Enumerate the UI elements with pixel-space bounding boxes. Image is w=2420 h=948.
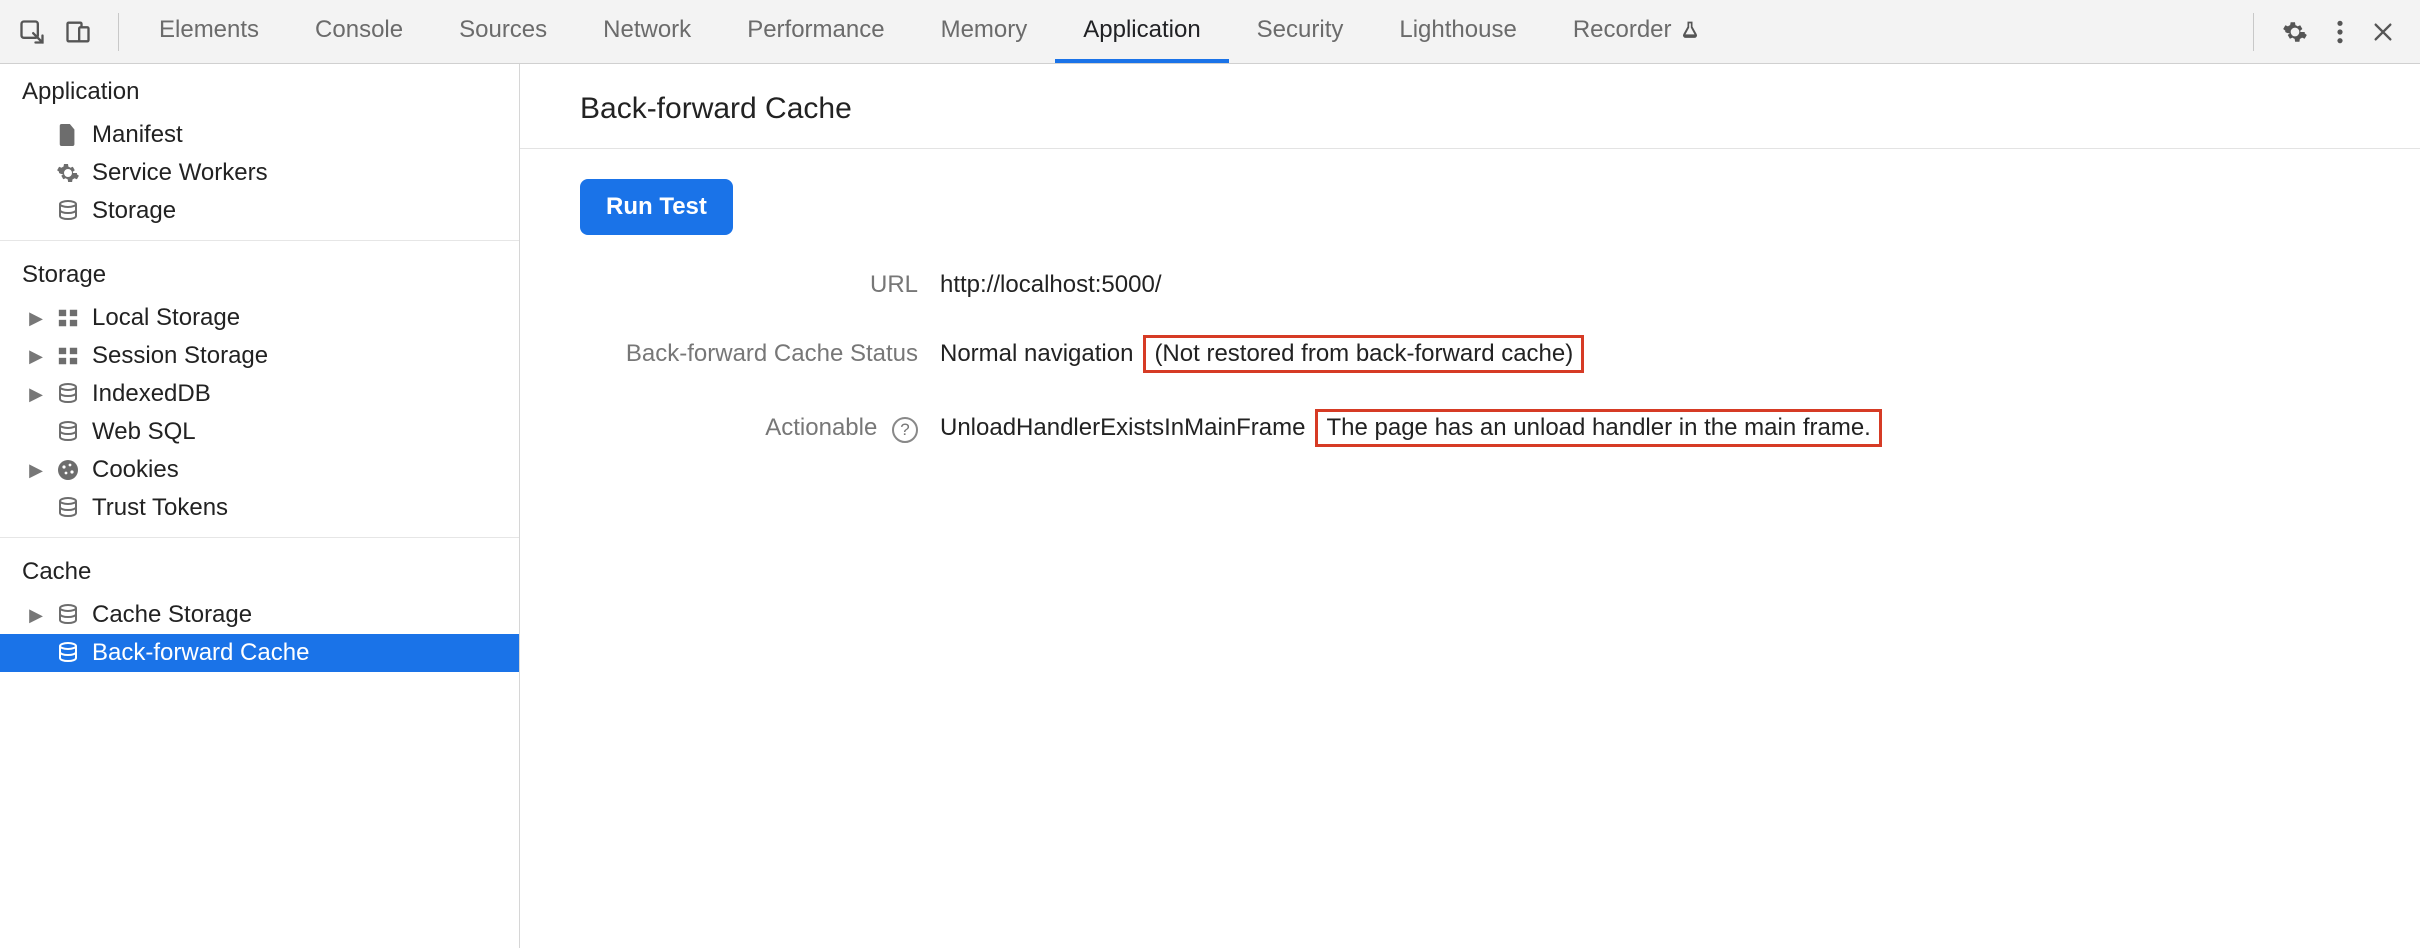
application-sidebar: Application▶Manifest▶Service Workers▶Sto… xyxy=(0,64,520,948)
tab-network[interactable]: Network xyxy=(575,0,719,63)
sidebar-item-trust-tokens[interactable]: ▶Trust Tokens xyxy=(0,489,519,527)
tab-label: Console xyxy=(315,16,403,44)
sidebar-item-local-storage[interactable]: ▶ Local Storage xyxy=(0,299,519,337)
sidebar-item-cache-storage[interactable]: ▶ Cache Storage xyxy=(0,596,519,634)
help-icon[interactable]: ? xyxy=(892,417,918,443)
expand-triangle-icon[interactable]: ▶ xyxy=(28,605,44,626)
tab-lighthouse[interactable]: Lighthouse xyxy=(1371,0,1544,63)
sidebar-item-label: IndexedDB xyxy=(92,380,211,408)
run-test-button[interactable]: Run Test xyxy=(580,179,733,235)
tab-security[interactable]: Security xyxy=(1229,0,1372,63)
actionable-reason-text: The page has an unload handler in the ma… xyxy=(1315,409,1881,447)
url-label: URL xyxy=(580,271,940,299)
sidebar-item-cookies[interactable]: ▶ Cookies xyxy=(0,451,519,489)
sidebar-item-manifest[interactable]: ▶Manifest xyxy=(0,116,519,154)
tab-label: Memory xyxy=(941,16,1028,44)
sidebar-item-label: Cache Storage xyxy=(92,601,252,629)
leading-icons xyxy=(10,18,110,46)
expand-triangle-icon[interactable]: ▶ xyxy=(28,384,44,405)
grid-icon xyxy=(54,345,82,367)
tab-label: Network xyxy=(603,16,691,44)
devtools-tabbar: Elements Console Sources Network Performance… xyxy=(0,0,2420,64)
tabbar-divider xyxy=(118,13,119,51)
sidebar-item-label: Cookies xyxy=(92,456,179,484)
sidebar-section-title: Storage xyxy=(0,247,519,299)
sidebar-item-indexeddb[interactable]: ▶ IndexedDB xyxy=(0,375,519,413)
sidebar-item-label: Back-forward Cache xyxy=(92,639,309,667)
row-actionable: Actionable ? UnloadHandlerExistsInMainFr… xyxy=(580,409,2372,447)
sidebar-section-title: Application xyxy=(0,64,519,116)
expand-triangle-icon[interactable]: ▶ xyxy=(28,460,44,481)
sidebar-item-storage[interactable]: ▶Storage xyxy=(0,192,519,230)
sidebar-item-label: Trust Tokens xyxy=(92,494,228,522)
tab-label: Security xyxy=(1257,16,1344,44)
gear-icon xyxy=(54,161,82,185)
tab-label: Application xyxy=(1083,16,1200,44)
tab-label: Sources xyxy=(459,16,547,44)
inspect-icon[interactable] xyxy=(18,18,46,46)
db-icon xyxy=(54,199,82,223)
settings-gear-icon[interactable] xyxy=(2282,19,2308,45)
expand-triangle-icon[interactable]: ▶ xyxy=(28,346,44,367)
status-label: Back-forward Cache Status xyxy=(580,340,940,368)
sidebar-item-service-workers[interactable]: ▶Service Workers xyxy=(0,154,519,192)
tab-elements[interactable]: Elements xyxy=(131,0,287,63)
content-panel: Back-forward Cache Run Test URL http://l… xyxy=(520,64,2420,948)
sidebar-item-label: Web SQL xyxy=(92,418,196,446)
grid-icon xyxy=(54,307,82,329)
db-icon xyxy=(54,603,82,627)
trailing-icons xyxy=(2253,13,2410,51)
url-value: http://localhost:5000/ xyxy=(940,271,1161,299)
db-icon xyxy=(54,420,82,444)
sidebar-item-label: Session Storage xyxy=(92,342,268,370)
tab-label: Recorder xyxy=(1573,16,1672,44)
tab-performance[interactable]: Performance xyxy=(719,0,912,63)
sidebar-item-back-forward-cache[interactable]: ▶Back-forward Cache xyxy=(0,634,519,672)
sidebar-item-label: Local Storage xyxy=(92,304,240,332)
row-status: Back-forward Cache Status Normal navigat… xyxy=(580,335,2372,373)
sidebar-separator xyxy=(0,537,519,538)
expand-triangle-icon[interactable]: ▶ xyxy=(28,308,44,329)
close-icon[interactable] xyxy=(2372,21,2394,43)
tab-label: Performance xyxy=(747,16,884,44)
sidebar-item-web-sql[interactable]: ▶Web SQL xyxy=(0,413,519,451)
tab-memory[interactable]: Memory xyxy=(913,0,1056,63)
tabs: Elements Console Sources Network Performance… xyxy=(131,0,1728,63)
tab-sources[interactable]: Sources xyxy=(431,0,575,63)
file-icon xyxy=(54,122,82,148)
tab-console[interactable]: Console xyxy=(287,0,431,63)
cookie-icon xyxy=(54,458,82,482)
sidebar-item-session-storage[interactable]: ▶ Session Storage xyxy=(0,337,519,375)
sidebar-section-title: Cache xyxy=(0,544,519,596)
tab-label: Lighthouse xyxy=(1399,16,1516,44)
db-icon xyxy=(54,641,82,665)
experiment-flask-icon xyxy=(1680,20,1700,40)
sidebar-item-label: Storage xyxy=(92,197,176,225)
actionable-reason-code: UnloadHandlerExistsInMainFrame xyxy=(940,414,1305,442)
tab-recorder[interactable]: Recorder xyxy=(1545,0,1728,63)
sidebar-separator xyxy=(0,240,519,241)
more-menu-icon[interactable] xyxy=(2336,19,2344,45)
sidebar-item-label: Manifest xyxy=(92,121,183,149)
db-icon xyxy=(54,496,82,520)
panel-title: Back-forward Cache xyxy=(520,64,2420,149)
row-url: URL http://localhost:5000/ xyxy=(580,271,2372,299)
status-value-plain: Normal navigation xyxy=(940,340,1133,368)
tab-application[interactable]: Application xyxy=(1055,0,1228,63)
tab-label: Elements xyxy=(159,16,259,44)
db-icon xyxy=(54,382,82,406)
actionable-label: Actionable ? xyxy=(580,414,940,443)
trailing-divider xyxy=(2253,13,2254,51)
status-value-highlight: (Not restored from back-forward cache) xyxy=(1143,335,1584,373)
sidebar-item-label: Service Workers xyxy=(92,159,268,187)
device-toggle-icon[interactable] xyxy=(64,18,92,46)
